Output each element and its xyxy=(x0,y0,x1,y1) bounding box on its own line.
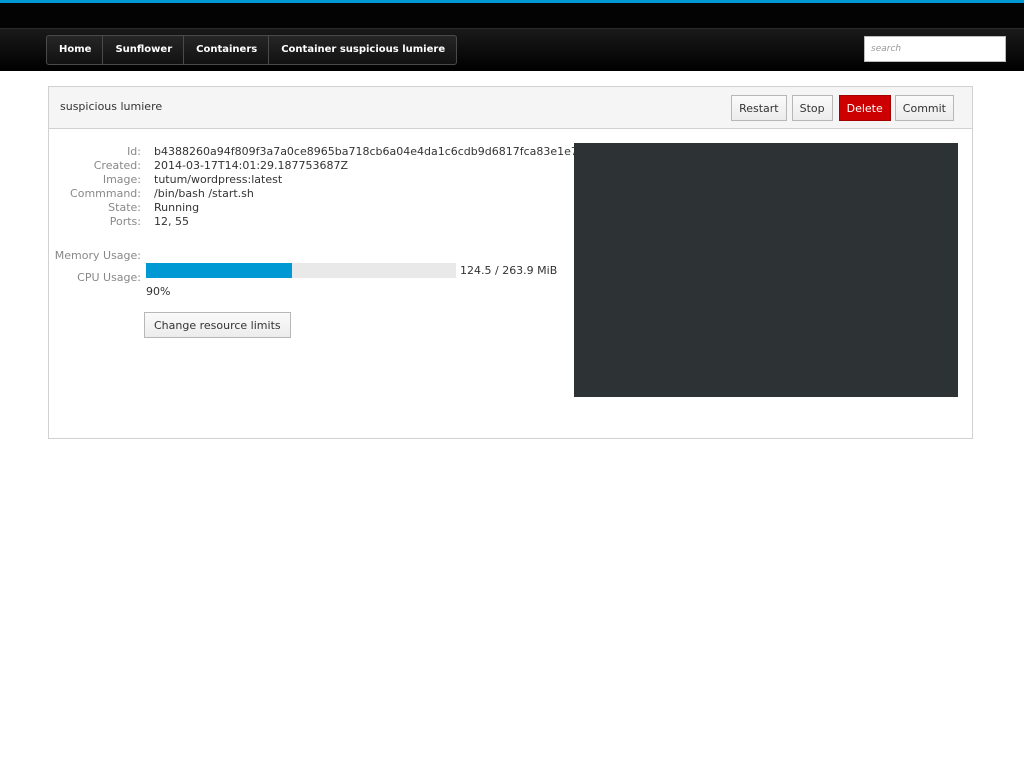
breadcrumb-sunflower[interactable]: Sunflower xyxy=(103,36,185,64)
detail-label: Ports: xyxy=(109,215,141,228)
cpu-usage-value: 90% xyxy=(146,285,171,298)
breadcrumb-container[interactable]: Container suspicious lumiere xyxy=(269,36,456,64)
detail-label: Created: xyxy=(93,159,141,172)
detail-value-ports: 12, 55 xyxy=(154,215,189,228)
memory-progress-fill xyxy=(146,263,293,278)
action-buttons: Restart Stop Delete Commit xyxy=(726,95,954,121)
stop-button[interactable]: Stop xyxy=(791,95,833,121)
memory-usage-label: Memory Usage: xyxy=(54,249,141,262)
panel-header: suspicious lumiere Restart Stop Delete C… xyxy=(49,87,972,129)
detail-label: Id: xyxy=(127,145,141,158)
detail-value-image: tutum/wordpress:latest xyxy=(154,173,283,186)
detail-value-state: Running xyxy=(154,201,200,214)
container-panel: suspicious lumiere Restart Stop Delete C… xyxy=(48,86,973,439)
commit-button[interactable]: Commit xyxy=(894,95,954,121)
search-input[interactable] xyxy=(864,36,1006,62)
detail-value-id: b4388260a94f809f3a7a0ce8965ba718cb6a04e4… xyxy=(154,145,585,158)
detail-value-command: /bin/bash /start.sh xyxy=(154,187,254,200)
breadcrumb-home[interactable]: Home xyxy=(47,36,104,64)
detail-label: Commmand: xyxy=(70,187,141,200)
breadcrumb: Home Sunflower Containers Container susp… xyxy=(46,35,458,65)
breadcrumb-containers[interactable]: Containers xyxy=(184,36,270,64)
detail-label: State: xyxy=(108,201,141,214)
terminal-console[interactable] xyxy=(574,143,958,397)
memory-usage-value: 124.5 / 263.9 MiB xyxy=(460,264,558,277)
cpu-usage-label: CPU Usage: xyxy=(77,271,141,284)
memory-progress-bar xyxy=(146,263,456,278)
change-resource-limits-button[interactable]: Change resource limits xyxy=(144,312,291,338)
detail-label: Image: xyxy=(102,173,141,186)
delete-button[interactable]: Delete xyxy=(838,95,891,121)
top-bar xyxy=(0,3,1024,28)
restart-button[interactable]: Restart xyxy=(731,95,787,121)
detail-value-created: 2014-03-17T14:01:29.187753687Z xyxy=(154,159,349,172)
navbar: Home Sunflower Containers Container susp… xyxy=(0,28,1024,71)
panel-title: suspicious lumiere xyxy=(60,100,163,113)
